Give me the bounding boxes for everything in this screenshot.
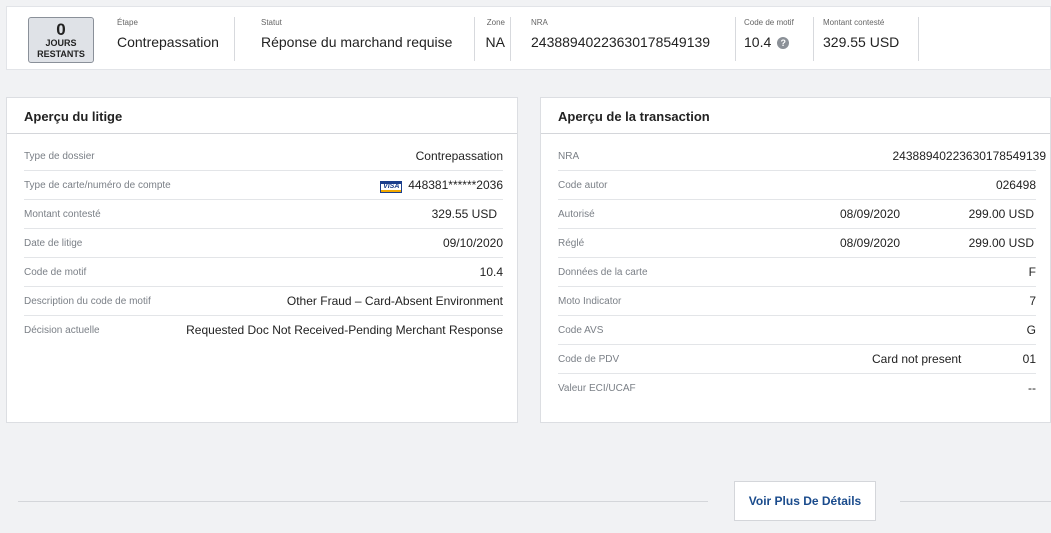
row-label: Code de PDV [558,354,620,365]
nra-label: NRA [531,18,548,27]
days-remaining-badge: 0 JOURS RESTANTS [28,17,94,63]
days-remaining-label-1: JOURS [45,38,77,48]
row-label: NRA [558,151,580,162]
row-value: 7 [1029,294,1036,308]
row-date: 08/09/2020 [840,207,901,221]
row-label: Type de dossier [24,151,95,162]
list-item: Moto Indicator 7 [558,287,1036,316]
row-label: Code autor [558,180,608,191]
etape-label: Étape [117,18,138,27]
row-label: Type de carte/numéro de compte [24,180,171,191]
list-item: Réglé 08/09/2020 299.00 USD [558,229,1036,258]
motif-value-row: 10.4? [744,33,794,51]
row-label: Autorisé [558,209,595,220]
nra-field: NRA 24388940223630178549139 [531,17,710,59]
list-item: Code de PDV Card not present 01 [558,345,1036,374]
view-more-details-button[interactable]: Voir Plus De Détails [734,481,876,521]
list-item: Données de la carte F [558,258,1036,287]
row-label: Réglé [558,238,585,249]
motif-value: 10.4 [744,34,772,50]
list-item: Code de motif 10.4 [24,258,503,287]
row-value: Requested Doc Not Received-Pending Merch… [186,323,503,337]
row-value: Other Fraud – Card-Absent Environment [286,294,503,308]
question-icon[interactable]: ? [777,37,790,49]
list-item: Type de carte/numéro de compte VISA 44838… [24,171,503,200]
card-title: Aperçu du litige [24,109,123,124]
statut-value: Réponse du marchand requise [261,34,453,50]
visa-icon: VISA [380,181,403,193]
footer-divider [900,501,1051,502]
statut-field: Statut Réponse du marchand requise [261,17,452,59]
motif-field: Code de motif 10.4? [744,17,794,59]
card-title: Aperçu de la transaction [558,109,710,124]
case-summary-header: 0 JOURS RESTANTS Étape Contrepassation S… [6,6,1051,70]
row-value: 01 [1022,352,1036,366]
statut-label: Statut [261,18,282,27]
days-remaining-count: 0 [56,20,66,39]
list-item: NRA 24388940223630178549139 [558,142,1046,171]
zone-value: NA [485,34,505,50]
list-item: Code autor 026498 [558,171,1036,200]
list-item: Date de litige 09/10/2020 [24,229,503,258]
row-value: 10.4 [479,265,503,279]
row-value: 299.00 USD [968,207,1034,221]
row-date: 08/09/2020 [840,236,901,250]
list-item: Type de dossier Contrepassation [24,142,503,171]
etape-field: Étape Contrepassation [117,17,219,59]
row-value: 448381******2036 [408,178,503,192]
card-divider [541,133,1050,134]
row-value: F [1028,265,1036,279]
row-label: Moto Indicator [558,296,622,307]
zone-label: Zone [486,18,505,27]
montant-field: Montant contesté 329.55 USD [823,17,899,59]
list-item: Description du code de motif Other Fraud… [24,287,503,316]
row-value: 24388940223630178549139 [892,149,1047,163]
row-value: 329.55 USD [431,207,497,221]
transaction-overview-card: Aperçu de la transaction NRA 24388940223… [540,97,1051,423]
list-item: Décision actuelle Requested Doc Not Rece… [24,316,503,345]
row-value: 026498 [995,178,1036,192]
header-divider [735,17,736,61]
row-date: Card not present [872,352,962,366]
row-label: Code de motif [24,267,87,278]
list-item: Montant contesté 329.55 USD [24,200,503,229]
header-divider [918,17,919,61]
header-divider [510,17,511,61]
card-number-value: VISA 448381******2036 [380,178,503,193]
row-label: Décision actuelle [24,325,100,336]
row-value: -- [1028,381,1036,395]
nra-value: 24388940223630178549139 [531,34,711,50]
row-label: Données de la carte [558,267,648,278]
row-label: Montant contesté [24,209,101,220]
row-value: G [1026,323,1036,337]
montant-value: 329.55 USD [823,34,900,50]
etape-value: Contrepassation [117,34,219,50]
list-item: Autorisé 08/09/2020 299.00 USD [558,200,1036,229]
montant-label: Montant contesté [823,18,885,27]
row-label: Code AVS [558,325,604,336]
list-item: Valeur ECI/UCAF -- [558,374,1036,403]
days-remaining-label-2: RESTANTS [37,49,85,59]
motif-label: Code de motif [744,18,794,27]
card-divider [7,133,517,134]
list-item: Code AVS G [558,316,1036,345]
row-value: 299.00 USD [968,236,1034,250]
row-value: 09/10/2020 [442,236,503,250]
row-label: Date de litige [24,238,83,249]
zone-field: Zone NA [479,17,505,59]
row-label: Description du code de motif [24,296,151,307]
header-divider [234,17,235,61]
row-label: Valeur ECI/UCAF [558,383,636,394]
header-divider [813,17,814,61]
header-divider [474,17,475,61]
dispute-overview-card: Aperçu du litige Type de dossier Contrep… [6,97,518,423]
footer-divider [18,501,708,502]
row-value: Contrepassation [415,149,503,163]
